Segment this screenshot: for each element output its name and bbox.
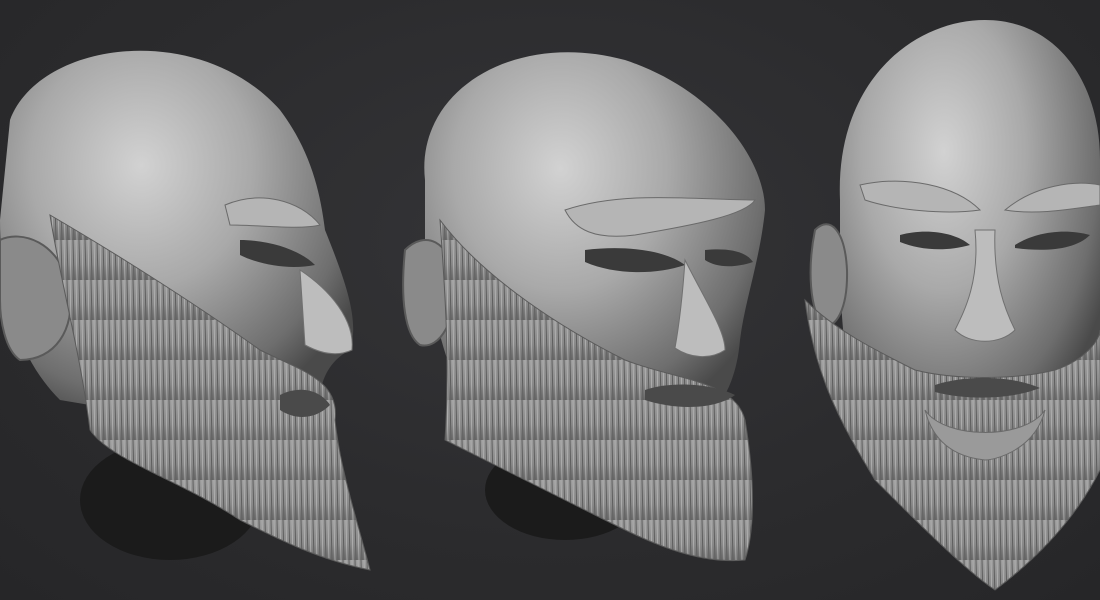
head-view-side (0, 0, 390, 600)
head-side-illustration (0, 50, 371, 571)
sculpt-viewport (0, 0, 1100, 600)
head-view-front (795, 0, 1100, 600)
head-three-quarter-illustration (402, 52, 765, 562)
head-view-three-quarter (395, 0, 775, 600)
head-front-illustration (804, 20, 1100, 591)
